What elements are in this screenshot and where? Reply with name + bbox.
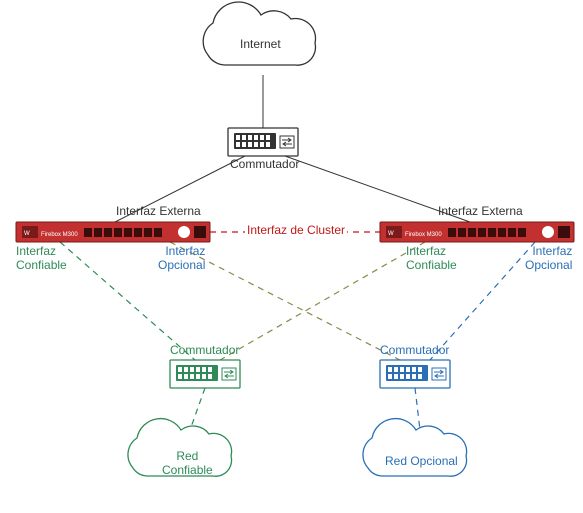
svg-text:Firebox M300: Firebox M300 — [41, 232, 78, 238]
diagram-canvas: W Firebox M300 W Firebox M300 — [0, 0, 583, 513]
label-cluster-if: Interfaz de Cluster — [245, 224, 347, 238]
label-switch-blue: Commutador — [380, 344, 449, 358]
label-optional-if-left: Interfaz Opcional — [158, 245, 205, 273]
firewall-right: W Firebox M300 — [380, 222, 574, 242]
label-optional-if-right: Interfaz Opcional — [525, 245, 572, 273]
label-trusted-if-left: Interfaz Confiable — [16, 245, 67, 273]
label-internet: Internet — [240, 38, 281, 52]
label-ext-if-left: Interfaz Externa — [116, 205, 201, 219]
label-switch-top: Commutador — [230, 158, 299, 172]
label-trusted-if-right: Interfaz Confiable — [406, 245, 457, 273]
svg-text:W: W — [388, 231, 394, 237]
link-greenswitch-cloud — [190, 388, 205, 430]
cloud-internet — [203, 2, 315, 65]
label-trusted-net: Red Confiable — [162, 450, 213, 478]
switch-green — [170, 360, 240, 388]
svg-text:W: W — [24, 231, 30, 237]
link-blueswitch-cloud — [415, 388, 420, 430]
label-switch-green: Commutador — [170, 344, 239, 358]
svg-text:Firebox M300: Firebox M300 — [405, 232, 442, 238]
label-optional-net: Red Opcional — [385, 455, 458, 469]
firewall-left: W Firebox M300 — [16, 222, 210, 242]
switch-top — [228, 128, 298, 156]
switch-blue — [380, 360, 450, 388]
label-ext-if-right: Interfaz Externa — [438, 205, 523, 219]
